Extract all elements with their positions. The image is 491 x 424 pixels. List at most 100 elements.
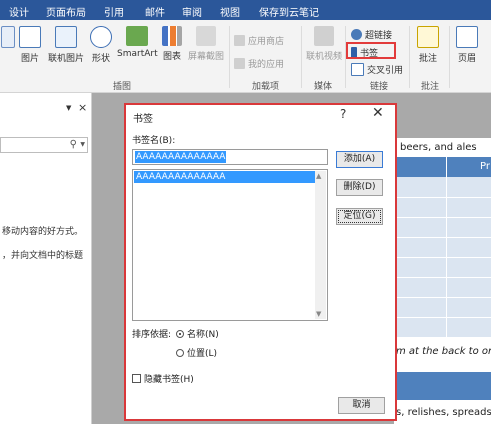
ribbon-tab-bar: 设计 页面布局 引用 邮件 审阅 视图 保存到云笔记	[0, 0, 491, 20]
search-icon[interactable]: ⚲	[70, 139, 77, 150]
nav-help-text-1: 移动内容的好方式。	[2, 227, 84, 237]
group-label-links: 链接	[370, 82, 389, 92]
group-label-illustrations: 插图	[113, 82, 132, 92]
group-separator	[409, 26, 410, 88]
app-store-button[interactable]: 应用商店	[234, 34, 284, 47]
pane-close-icon[interactable]: ×	[78, 101, 87, 114]
bookmark-name-label: 书签名(B):	[132, 136, 176, 146]
sort-by-label: 排序依据:	[132, 330, 172, 340]
shapes-label: 形状	[91, 54, 110, 64]
header-button[interactable]: 页眉	[454, 26, 480, 64]
online-picture-icon	[55, 26, 77, 48]
tab-review[interactable]: 审阅	[182, 4, 202, 19]
delete-button[interactable]: 删除(D)	[336, 179, 383, 196]
goto-button[interactable]: 定位(G)	[336, 208, 383, 225]
apps-icon	[234, 58, 245, 69]
cancel-button[interactable]: 取消	[338, 397, 385, 414]
bookmark-name-value: AAAAAAAAAAAAAA	[135, 151, 227, 163]
screenshot-icon	[196, 26, 216, 46]
group-separator	[301, 26, 302, 88]
header-icon	[456, 26, 478, 48]
bookmark-name-input[interactable]: AAAAAAAAAAAAAA	[132, 149, 328, 165]
online-video-button[interactable]: 联机视频	[305, 26, 343, 62]
hidden-bookmarks-label: 隐藏书签(H)	[144, 375, 194, 385]
tab-view[interactable]: 视图	[220, 4, 240, 19]
cross-reference-button[interactable]: 交叉引用	[351, 63, 403, 76]
ribbon: 图片 联机图片 形状 SmartArt 图表 屏幕截图 应用商店 我的应用 联机…	[0, 20, 491, 93]
cross-reference-label: 交叉引用	[367, 66, 404, 76]
online-picture-label: 联机图片	[47, 54, 84, 64]
group-label-addins: 加载项	[252, 82, 280, 92]
cross-reference-icon	[351, 63, 364, 76]
radio-unselected-icon	[176, 348, 184, 357]
checkbox-icon	[132, 374, 141, 383]
table-button[interactable]	[0, 26, 16, 51]
smartart-icon	[126, 26, 148, 46]
doc-table-header-text: Pr	[480, 161, 490, 172]
tab-design[interactable]: 设计	[9, 4, 29, 19]
nav-search-input[interactable]: ⚲ ▼	[0, 137, 88, 153]
radio-selected-icon	[176, 329, 184, 338]
doc-table-header: Pr	[392, 157, 491, 177]
bookmark-dialog: 书签 ? ✕ 书签名(B): AAAAAAAAAAAAAA AAAAAAAAAA…	[124, 103, 397, 421]
smartart-button[interactable]: SmartArt	[117, 26, 158, 59]
table-icon	[1, 26, 15, 48]
scroll-down-icon[interactable]: ▼	[316, 310, 321, 318]
doc-table	[392, 157, 491, 337]
sort-by-name-radio[interactable]: 名称(N)	[176, 327, 219, 340]
doc-table-rule	[392, 277, 491, 278]
shapes-icon	[90, 26, 112, 48]
list-item[interactable]: AAAAAAAAAAAAAA	[134, 171, 317, 183]
chart-button[interactable]: 图表	[160, 26, 184, 62]
doc-table-rule	[392, 257, 491, 258]
hyperlink-button[interactable]: 超链接	[351, 28, 392, 41]
nav-help-text-2: ，并向文档中的标题	[2, 251, 84, 261]
list-scrollbar[interactable]: ▲ ▼	[315, 171, 326, 319]
bookmark-highlight-box	[346, 42, 396, 59]
doc-table-rule	[392, 197, 491, 198]
link-icon	[351, 29, 362, 40]
hyperlink-label: 超链接	[365, 31, 393, 41]
tab-page-layout[interactable]: 页面布局	[46, 4, 86, 19]
group-separator	[229, 26, 230, 88]
smartart-label: SmartArt	[117, 49, 158, 59]
picture-button[interactable]: 图片	[17, 26, 43, 64]
sort-by-position-radio[interactable]: 位置(L)	[176, 346, 217, 359]
hidden-bookmarks-checkbox[interactable]: 隐藏书签(H)	[132, 372, 194, 385]
add-button[interactable]: 添加(A)	[336, 151, 383, 168]
my-apps-button[interactable]: 我的应用	[234, 57, 284, 70]
comment-button[interactable]: 批注	[414, 26, 442, 64]
dialog-title: 书签	[133, 114, 153, 125]
help-icon[interactable]: ?	[340, 107, 346, 121]
close-icon[interactable]: ✕	[372, 105, 384, 121]
doc-text-line-3: s, relishes, spreads,	[396, 407, 491, 418]
navigation-pane: ▼ × ⚲ ▼ 移动内容的好方式。 ，并向文档中的标题	[0, 93, 92, 424]
tab-mailings[interactable]: 邮件	[145, 4, 165, 19]
sort-by-position-label: 位置(L)	[187, 349, 218, 359]
group-label-media: 媒体	[314, 82, 333, 92]
app-store-label: 应用商店	[248, 37, 285, 47]
tab-save-to-cloud-note[interactable]: 保存到云笔记	[259, 4, 319, 19]
doc-table-rule	[392, 317, 491, 318]
video-icon	[314, 26, 334, 46]
my-apps-label: 我的应用	[248, 60, 285, 70]
bookmark-list[interactable]: AAAAAAAAAAAAAA ▲ ▼	[132, 169, 328, 321]
doc-table-rule	[392, 217, 491, 218]
search-dropdown-icon[interactable]: ▼	[80, 141, 85, 148]
group-separator	[449, 26, 450, 88]
shapes-button[interactable]: 形状	[88, 26, 114, 64]
group-label-comments: 批注	[421, 82, 440, 92]
screenshot-button[interactable]: 屏幕截图	[187, 26, 225, 62]
online-picture-button[interactable]: 联机图片	[46, 26, 86, 64]
store-icon	[234, 35, 245, 46]
sort-by-name-label: 名称(N)	[187, 330, 219, 340]
chart-icon	[162, 26, 182, 46]
tab-references[interactable]: 引用	[104, 4, 124, 19]
doc-table-header-2	[392, 372, 491, 400]
comment-label: 批注	[418, 54, 437, 64]
scroll-up-icon[interactable]: ▲	[316, 172, 321, 180]
pane-options-chevron-icon[interactable]: ▼	[66, 104, 71, 112]
doc-table-rule	[392, 297, 491, 298]
chart-label: 图表	[162, 52, 181, 62]
doc-table-rule	[392, 237, 491, 238]
